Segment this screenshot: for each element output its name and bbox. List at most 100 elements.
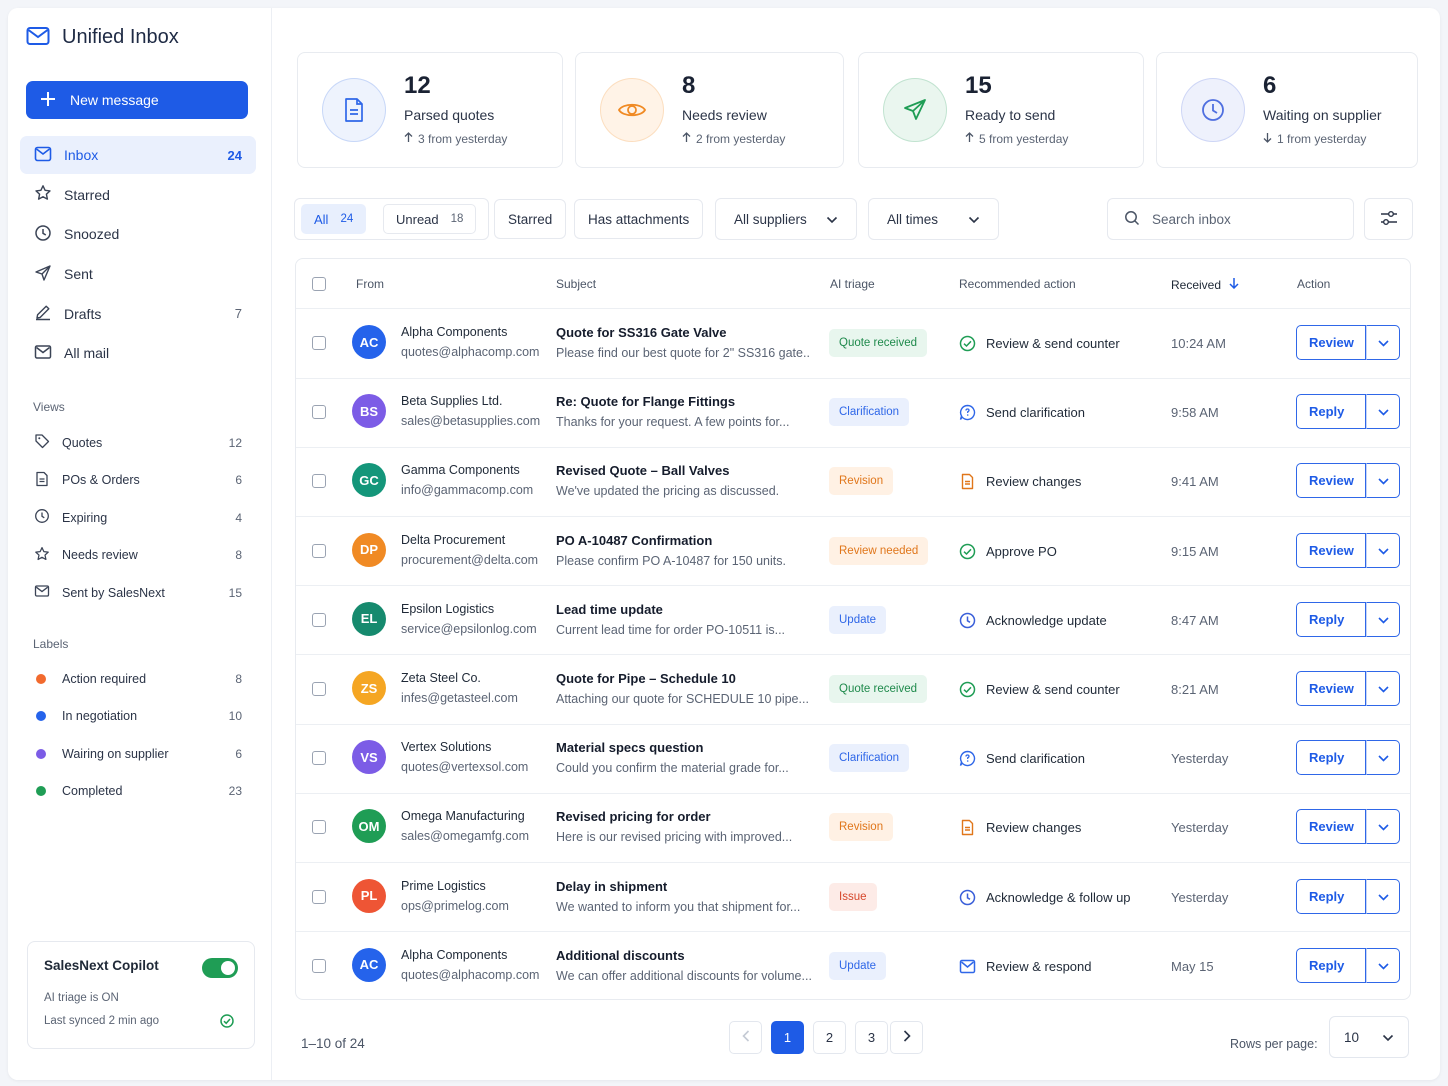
row-checkbox[interactable] bbox=[312, 751, 326, 766]
stat-delta-text: 1 from yesterday bbox=[1277, 132, 1367, 146]
received-time: 9:41 AM bbox=[1171, 474, 1219, 490]
row-action-dropdown[interactable] bbox=[1366, 394, 1400, 430]
row-action-button[interactable]: Review bbox=[1296, 532, 1366, 568]
nav-item-snoozed[interactable]: Snoozed bbox=[20, 215, 256, 253]
row-action-button[interactable]: Review bbox=[1296, 463, 1366, 499]
label-item-wairing-on-supplier[interactable]: Wairing on supplier 6 bbox=[20, 735, 256, 773]
stat-card-needs-review[interactable]: 8 Needs review 2 from yesterday bbox=[575, 52, 844, 168]
prev-page-button[interactable] bbox=[729, 1021, 762, 1054]
next-page-button[interactable] bbox=[890, 1021, 923, 1054]
chevron-right-icon bbox=[903, 1030, 911, 1045]
row-checkbox[interactable] bbox=[312, 405, 326, 420]
search-box[interactable]: Search inbox bbox=[1107, 198, 1354, 240]
table-row[interactable]: PL Prime Logistics ops@primelog.com Dela… bbox=[296, 863, 1410, 933]
sender-email: sales@omegamfg.com bbox=[401, 829, 530, 844]
search-input[interactable]: Search inbox bbox=[1152, 212, 1231, 227]
table-row[interactable]: OM Omega Manufacturing sales@omegamfg.co… bbox=[296, 793, 1410, 863]
row-action-dropdown[interactable] bbox=[1366, 947, 1400, 983]
time-select[interactable]: All times bbox=[868, 198, 999, 240]
row-checkbox[interactable] bbox=[312, 889, 326, 904]
label-item-completed[interactable]: Completed 23 bbox=[20, 773, 256, 811]
table-row[interactable]: ZS Zeta Steel Co. infes@getasteel.com Qu… bbox=[296, 655, 1410, 725]
label-item-label: Wairing on supplier bbox=[62, 746, 169, 761]
select-all-checkbox[interactable] bbox=[312, 277, 326, 291]
table-row[interactable]: AC Alpha Components quotes@alphacomp.com… bbox=[296, 309, 1410, 379]
table-row[interactable]: AC Alpha Components quotes@alphacomp.com… bbox=[296, 932, 1410, 1002]
copilot-toggle[interactable] bbox=[202, 958, 238, 978]
nav-item-starred[interactable]: Starred bbox=[20, 176, 256, 214]
col-received[interactable]: Received bbox=[1171, 277, 1239, 292]
new-message-button[interactable]: New message bbox=[26, 81, 248, 119]
nav-item-all-mail[interactable]: All mail bbox=[20, 334, 256, 372]
col-action[interactable]: Recommended action bbox=[959, 277, 1076, 291]
avatar: AC bbox=[352, 325, 386, 359]
nav-item-drafts[interactable]: Drafts 7 bbox=[20, 295, 256, 333]
row-action-button[interactable]: Review bbox=[1296, 809, 1366, 845]
label-item-in-negotiation[interactable]: In negotiation 10 bbox=[20, 698, 256, 736]
row-checkbox[interactable] bbox=[312, 543, 326, 558]
view-item-needs-review[interactable]: Needs review 8 bbox=[20, 537, 256, 575]
row-action-button[interactable]: Review bbox=[1296, 325, 1366, 360]
row-action-dropdown[interactable] bbox=[1366, 532, 1400, 568]
col-subject[interactable]: Subject bbox=[556, 277, 596, 291]
col-from[interactable]: From bbox=[356, 277, 384, 291]
table-row[interactable]: DP Delta Procurement procurement@delta.c… bbox=[296, 517, 1410, 587]
mail-icon bbox=[34, 343, 52, 364]
row-action-button[interactable]: Reply bbox=[1296, 601, 1366, 637]
search-icon bbox=[1124, 210, 1140, 229]
nav-item-sent[interactable]: Sent bbox=[20, 255, 256, 293]
row-action-group: Review bbox=[1296, 532, 1400, 568]
label-color-dot bbox=[36, 748, 46, 759]
row-action-button[interactable]: Reply bbox=[1296, 394, 1366, 430]
row-action-button[interactable]: Reply bbox=[1296, 740, 1366, 776]
recommended-action: Send clarification bbox=[986, 751, 1085, 767]
row-action-dropdown[interactable] bbox=[1366, 878, 1400, 914]
table-row[interactable]: VS Vertex Solutions quotes@vertexsol.com… bbox=[296, 724, 1410, 794]
row-action-dropdown[interactable] bbox=[1366, 601, 1400, 637]
row-action-button[interactable]: Reply bbox=[1296, 878, 1366, 914]
stat-card-parsed-quotes[interactable]: 12 Parsed quotes 3 from yesterday bbox=[297, 52, 563, 168]
view-item-expiring[interactable]: Expiring 4 bbox=[20, 499, 256, 537]
app-title: Unified Inbox bbox=[62, 26, 179, 48]
filter-starred[interactable]: Starred bbox=[494, 199, 567, 239]
label-item-action-required[interactable]: Action required 8 bbox=[20, 660, 256, 698]
row-action-button[interactable]: Reply bbox=[1296, 947, 1366, 983]
row-action-dropdown[interactable] bbox=[1366, 671, 1400, 706]
row-action-button[interactable]: Review bbox=[1296, 671, 1366, 706]
filter-attachments[interactable]: Has attachments bbox=[574, 199, 704, 239]
row-checkbox[interactable] bbox=[312, 682, 326, 696]
page-button-1[interactable]: 1 bbox=[771, 1021, 804, 1054]
row-action-dropdown[interactable] bbox=[1366, 740, 1400, 776]
nav-item-label: Snoozed bbox=[64, 226, 120, 243]
filter-all[interactable]: All 24 bbox=[301, 204, 367, 234]
page-button-3[interactable]: 3 bbox=[855, 1021, 888, 1054]
table-row[interactable]: EL Epsilon Logistics service@epsilonlog.… bbox=[296, 586, 1410, 656]
row-checkbox[interactable] bbox=[312, 820, 326, 835]
filter-unread[interactable]: Unread 18 bbox=[383, 204, 477, 234]
row-action-group: Reply bbox=[1296, 740, 1400, 776]
col-triage[interactable]: AI triage bbox=[830, 277, 875, 291]
table-row[interactable]: GC Gamma Components info@gammacomp.com R… bbox=[296, 447, 1410, 517]
supplier-select[interactable]: All suppliers bbox=[715, 198, 857, 240]
nav-item-inbox[interactable]: Inbox 24 bbox=[20, 136, 256, 174]
view-item-quotes[interactable]: Quotes 12 bbox=[20, 424, 256, 462]
recommended-action: Acknowledge & follow up bbox=[986, 889, 1131, 905]
table-row[interactable]: BS Beta Supplies Ltd. sales@betasupplies… bbox=[296, 378, 1410, 448]
row-checkbox[interactable] bbox=[312, 336, 326, 350]
stat-card-waiting-on-supplier[interactable]: 6 Waiting on supplier 1 from yesterday bbox=[1156, 52, 1418, 168]
row-checkbox[interactable] bbox=[312, 612, 326, 627]
view-item-sent-by-salesnext[interactable]: Sent by SalesNext 15 bbox=[20, 574, 256, 612]
clock-icon bbox=[959, 612, 976, 632]
row-action-dropdown[interactable] bbox=[1366, 809, 1400, 845]
filter-all-count: 24 bbox=[340, 213, 354, 225]
view-item-pos-orders[interactable]: POs & Orders 6 bbox=[20, 462, 256, 500]
row-checkbox[interactable] bbox=[312, 958, 326, 973]
filter-settings-button[interactable] bbox=[1364, 198, 1413, 240]
row-checkbox[interactable] bbox=[312, 474, 326, 489]
rows-per-page-select[interactable]: 10 bbox=[1329, 1016, 1409, 1058]
row-action-dropdown[interactable] bbox=[1366, 463, 1400, 499]
received-time: Yesterday bbox=[1171, 820, 1229, 836]
stat-card-ready-to-send[interactable]: 15 Ready to send 5 from yesterday bbox=[858, 52, 1144, 168]
page-button-2[interactable]: 2 bbox=[813, 1021, 846, 1054]
row-action-dropdown[interactable] bbox=[1366, 325, 1400, 360]
